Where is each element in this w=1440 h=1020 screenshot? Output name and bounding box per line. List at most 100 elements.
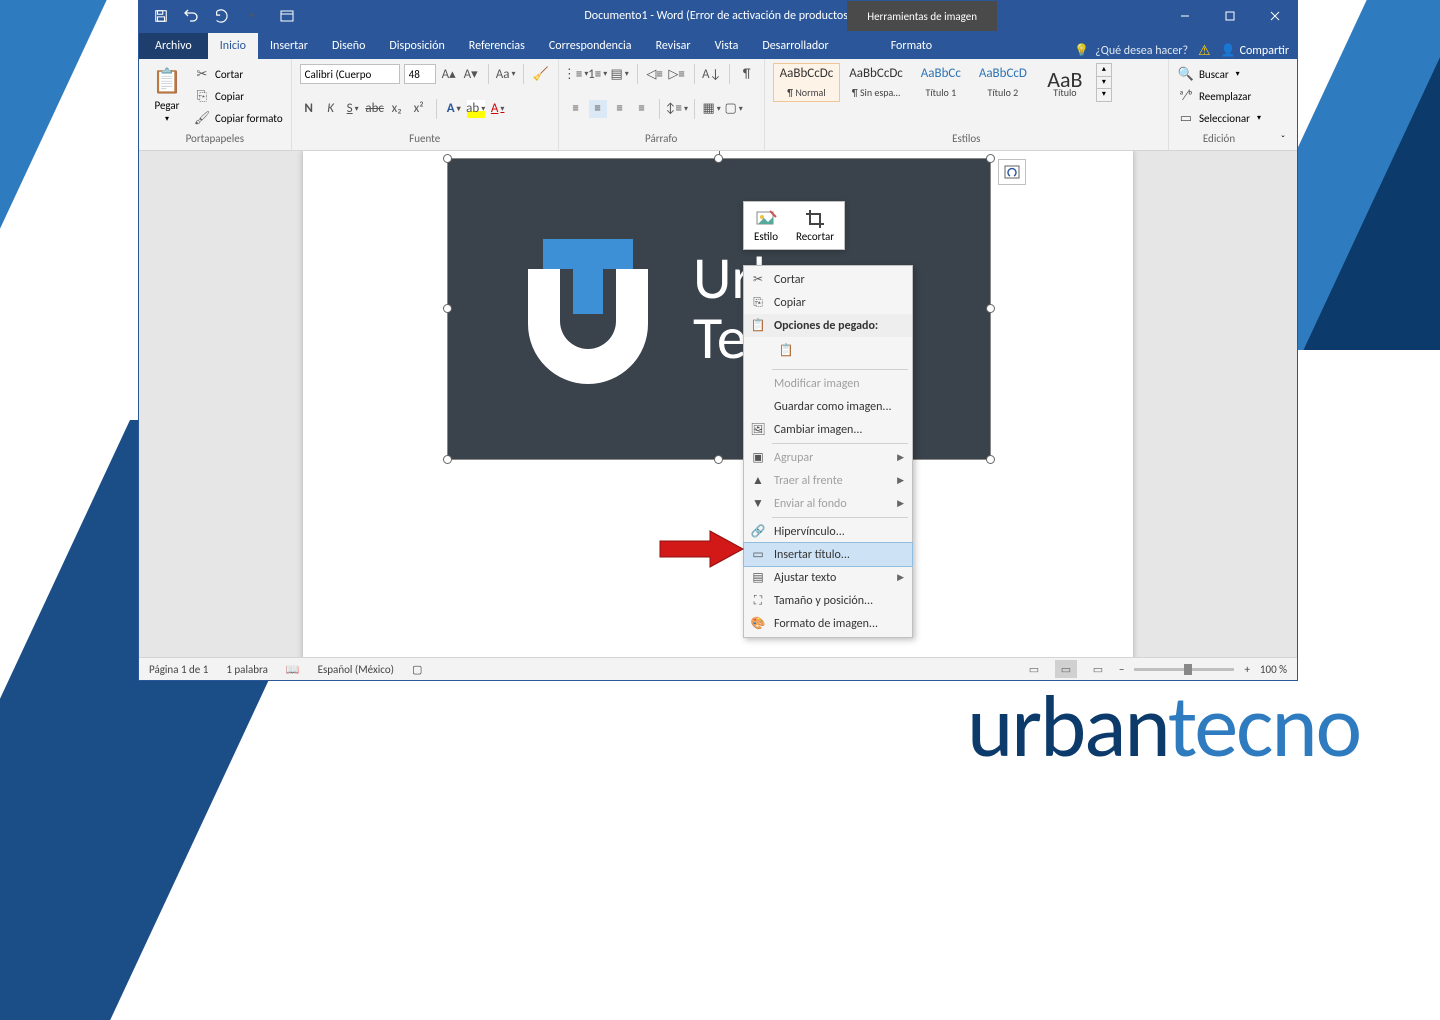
underline-button[interactable]: S: [344, 100, 362, 118]
text-effects-button[interactable]: A: [445, 100, 463, 118]
status-words[interactable]: 1 palabra: [226, 663, 268, 676]
ctx-cut[interactable]: ✂Cortar: [744, 268, 912, 291]
resize-handle-t[interactable]: [714, 154, 723, 163]
ctx-change-image[interactable]: 🖼Cambiar imagen...: [744, 418, 912, 441]
close-button[interactable]: [1252, 1, 1297, 31]
ctx-format-picture[interactable]: 🎨Formato de imagen...: [744, 612, 912, 635]
copy-button[interactable]: ⎘Copiar: [193, 85, 283, 107]
align-right-button[interactable]: ≡: [611, 100, 629, 118]
ctx-save-as-image[interactable]: Guardar como imagen...: [744, 395, 912, 418]
share-button[interactable]: 👤 Compartir: [1221, 43, 1289, 58]
tell-me-search[interactable]: 💡 ¿Qué desea hacer?: [1074, 43, 1188, 58]
style-heading1[interactable]: AaBbCcTítulo 1: [912, 63, 970, 102]
font-size-combo[interactable]: [404, 64, 436, 84]
ctx-size-position[interactable]: ⛶Tamaño y posición...: [744, 589, 912, 612]
numbering-button[interactable]: 1≡: [589, 65, 607, 83]
highlight-button[interactable]: ab: [467, 100, 485, 118]
ctx-copy[interactable]: ⎘Copiar: [744, 291, 912, 314]
style-heading2[interactable]: AaBbCcDTítulo 2: [972, 63, 1034, 102]
ctx-wrap-text[interactable]: ▤Ajustar texto▶: [744, 566, 912, 589]
increase-indent-button[interactable]: ▷≡: [668, 65, 686, 83]
zoom-in-button[interactable]: +: [1244, 663, 1249, 676]
view-web-layout[interactable]: ▭: [1087, 660, 1109, 678]
resize-handle-r[interactable]: [986, 304, 995, 313]
change-case-button[interactable]: Aa: [497, 65, 515, 83]
replace-button[interactable]: ᵃ⁄ᵇReemplazar: [1177, 85, 1261, 107]
zoom-slider[interactable]: [1134, 668, 1234, 671]
spellcheck-icon[interactable]: 📖: [286, 663, 300, 676]
zoom-out-button[interactable]: −: [1119, 663, 1124, 676]
style-title[interactable]: AaBTítulo: [1036, 63, 1094, 102]
clear-formatting-button[interactable]: 🧹: [532, 65, 550, 83]
resize-handle-tl[interactable]: [443, 154, 452, 163]
mini-style-button[interactable]: Estilo: [748, 206, 784, 245]
maximize-button[interactable]: [1207, 1, 1252, 31]
format-painter-button[interactable]: 🖌Copiar formato: [193, 107, 283, 129]
collapse-ribbon-button[interactable]: ˇ: [1269, 59, 1297, 150]
resize-handle-br[interactable]: [986, 455, 995, 464]
font-color-button[interactable]: A: [489, 100, 507, 118]
status-language[interactable]: Español (México): [318, 663, 394, 676]
styles-gallery[interactable]: AaBbCcDc¶ Normal AaBbCcDc¶ Sin espa… AaB…: [773, 63, 1160, 102]
select-button[interactable]: ▭Seleccionar▾: [1177, 107, 1261, 129]
shading-button[interactable]: ▦: [703, 100, 721, 118]
tab-layout[interactable]: Disposición: [377, 33, 456, 59]
paste-option-keep-source[interactable]: 📋: [774, 339, 798, 363]
strikethrough-button[interactable]: abc: [366, 100, 384, 118]
view-read-mode[interactable]: ▭: [1023, 660, 1045, 678]
resize-handle-b[interactable]: [714, 455, 723, 464]
align-center-button[interactable]: ≡: [589, 100, 607, 118]
tab-file[interactable]: Archivo: [139, 33, 208, 59]
layout-options-button[interactable]: [998, 159, 1026, 185]
cut-button[interactable]: ✂Cortar: [193, 63, 283, 85]
mini-crop-button[interactable]: Recortar: [790, 206, 840, 245]
borders-button[interactable]: ▢: [725, 100, 743, 118]
minimize-button[interactable]: [1162, 1, 1207, 31]
resize-handle-tr[interactable]: [986, 154, 995, 163]
show-marks-button[interactable]: ¶: [738, 65, 756, 83]
multilevel-button[interactable]: ▤: [611, 65, 629, 83]
status-page[interactable]: Página 1 de 1: [149, 663, 208, 676]
superscript-button[interactable]: x²: [410, 100, 428, 118]
tab-home[interactable]: Inicio: [208, 33, 258, 59]
qat-customize-button[interactable]: [237, 5, 265, 27]
align-left-button[interactable]: ≡: [567, 100, 585, 118]
style-normal[interactable]: AaBbCcDc¶ Normal: [773, 63, 841, 102]
bullets-button[interactable]: ⋮≡: [567, 65, 585, 83]
tab-design[interactable]: Diseño: [320, 33, 377, 59]
find-button[interactable]: 🔍Buscar▾: [1177, 63, 1261, 85]
save-button[interactable]: [147, 5, 175, 27]
sort-button[interactable]: A↓: [703, 65, 721, 83]
paste-button[interactable]: 📋 Pegar ▾: [147, 63, 187, 126]
tab-references[interactable]: Referencias: [457, 33, 537, 59]
grow-font-button[interactable]: A▴: [440, 65, 458, 83]
italic-button[interactable]: K: [322, 100, 340, 118]
decrease-indent-button[interactable]: ◁≡: [646, 65, 664, 83]
tab-review[interactable]: Revisar: [644, 33, 703, 59]
resize-handle-l[interactable]: [443, 304, 452, 313]
style-nospacing[interactable]: AaBbCcDc¶ Sin espa…: [842, 63, 910, 102]
tab-insert[interactable]: Insertar: [258, 33, 320, 59]
redo-button[interactable]: [207, 5, 235, 27]
macro-record-icon[interactable]: ▢: [412, 663, 422, 676]
line-spacing-button[interactable]: ↕≡: [668, 100, 686, 118]
shrink-font-button[interactable]: A▾: [462, 65, 480, 83]
replace-icon: ᵃ⁄ᵇ: [1177, 87, 1195, 105]
tab-developer[interactable]: Desarrollador: [750, 33, 840, 59]
font-name-combo[interactable]: [300, 64, 400, 84]
view-print-layout[interactable]: ▭: [1055, 660, 1077, 678]
ctx-insert-caption[interactable]: ▭Insertar título...: [744, 543, 912, 566]
tab-mailings[interactable]: Correspondencia: [537, 33, 644, 59]
tab-format[interactable]: Formato: [879, 33, 944, 59]
bold-button[interactable]: N: [300, 100, 318, 118]
styles-gallery-scroll[interactable]: ▴ ▾ ▾: [1096, 63, 1112, 102]
tab-view[interactable]: Vista: [703, 33, 751, 59]
ribbon-display-options-button[interactable]: [273, 5, 301, 27]
justify-button[interactable]: ≡: [633, 100, 651, 118]
document-canvas[interactable]: Urban Tecno Estilo Recortar ✂Cortar ⎘Cop…: [139, 151, 1297, 657]
resize-handle-bl[interactable]: [443, 455, 452, 464]
subscript-button[interactable]: x₂: [388, 100, 406, 118]
ctx-hyperlink[interactable]: 🔗Hipervínculo...: [744, 520, 912, 543]
undo-button[interactable]: [177, 5, 205, 27]
zoom-level[interactable]: 100 %: [1260, 663, 1287, 676]
